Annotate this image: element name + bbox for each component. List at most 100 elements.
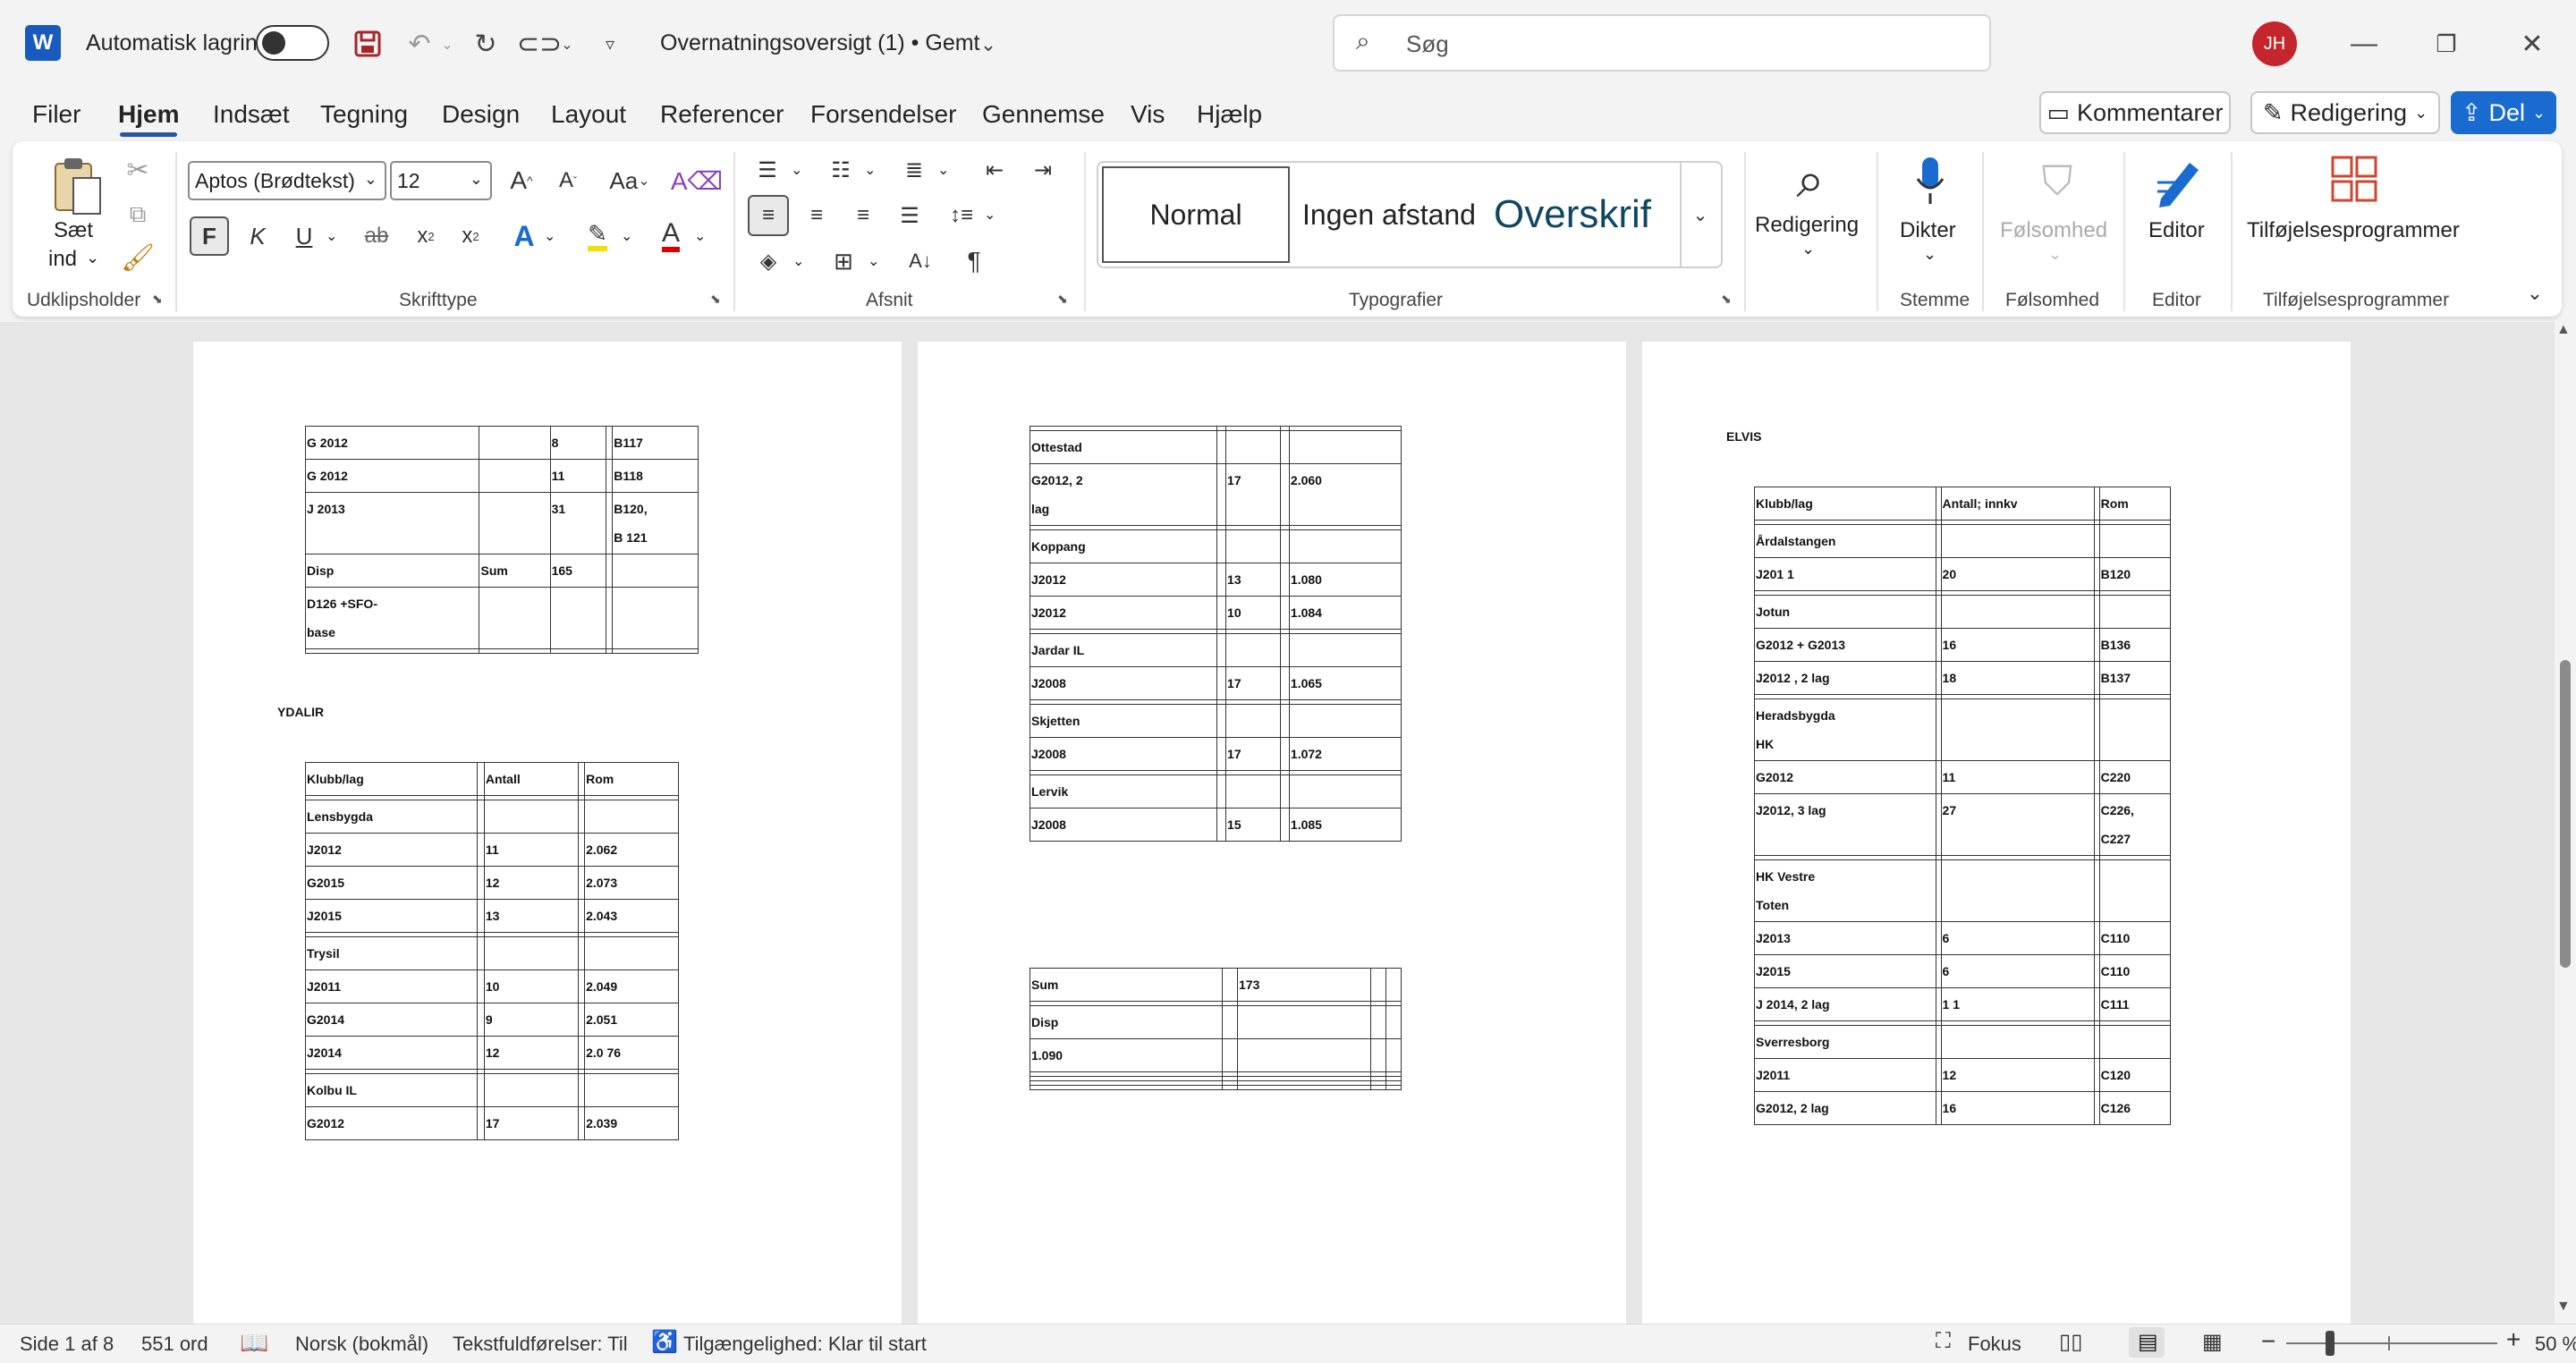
multilevel-list-icon[interactable]: ≣ (894, 152, 934, 188)
table-cell[interactable] (1222, 1085, 1239, 1090)
table-cell[interactable] (612, 648, 699, 654)
tab-design[interactable]: Design (442, 100, 520, 129)
bullets-chevron-icon[interactable]: ⌄ (791, 161, 802, 179)
align-left-icon[interactable]: ≡ (748, 195, 789, 236)
editing-label[interactable]: Redigering (1755, 213, 1859, 238)
table-cell[interactable] (1280, 563, 1290, 597)
table-cell[interactable]: G2012 + G2013 (1754, 628, 1936, 662)
table-cell[interactable]: J2008 (1029, 666, 1218, 700)
table-cell[interactable]: J2011 (1754, 1058, 1936, 1092)
find-icon[interactable]: ⌕ (1776, 148, 1844, 211)
table-cell[interactable]: 9 (483, 1003, 579, 1037)
print-layout-button[interactable]: ▤ (2129, 1327, 2165, 1358)
table-cell[interactable] (577, 936, 586, 970)
line-spacing-icon[interactable]: ↕≡ (941, 195, 982, 236)
shading-icon[interactable]: ◈ (748, 241, 789, 281)
table-cell[interactable]: 1.084 (1288, 596, 1402, 630)
table-cell[interactable] (1216, 704, 1227, 738)
comments-button[interactable]: ▭ Kommentarer (2039, 91, 2231, 134)
table-cell[interactable]: Antall (483, 762, 579, 796)
restore-icon[interactable]: ❐ (2424, 21, 2469, 66)
table-cell[interactable]: 11 (483, 833, 579, 867)
style-heading1[interactable]: Overskrif (1488, 166, 1671, 263)
table-cell[interactable] (477, 1003, 485, 1037)
editor-icon[interactable] (2150, 150, 2207, 213)
table-cell[interactable] (1225, 633, 1282, 667)
table-cell[interactable]: J2013 (1754, 921, 1936, 955)
table-cell[interactable]: Ottestad (1029, 430, 1218, 464)
table-cell[interactable]: 1.085 (1288, 808, 1402, 842)
table-cell[interactable]: Årdalstangen (1754, 524, 1936, 558)
table-cell[interactable]: 6 (1940, 954, 2095, 988)
table-cell[interactable]: 15 (1225, 808, 1282, 842)
table-cell[interactable]: J2015 (1754, 954, 1936, 988)
table-cell[interactable] (577, 1003, 586, 1037)
scrollbar-thumb[interactable] (2560, 660, 2571, 968)
style-normal[interactable]: Normal (1102, 166, 1290, 263)
table-cell[interactable] (479, 648, 551, 654)
zoom-level[interactable]: 50 % (2535, 1333, 2576, 1356)
table-cell[interactable] (1280, 808, 1290, 842)
table-cell[interactable] (577, 969, 586, 1003)
table-cell[interactable] (477, 833, 485, 867)
tab-hjem[interactable]: Hjem (118, 100, 179, 129)
table-cell[interactable] (1288, 704, 1402, 738)
table-cell[interactable] (606, 587, 614, 649)
user-avatar[interactable]: JH (2252, 21, 2297, 66)
table-cell[interactable]: G2012 (304, 1106, 479, 1140)
table-cell[interactable] (1370, 1085, 1387, 1090)
font-name-combo[interactable]: Aptos (Brødtekst) ⌄ (188, 161, 386, 200)
table-cell[interactable] (1280, 596, 1290, 630)
paste-label-1[interactable]: Sæt (54, 218, 93, 243)
loop-share-icon[interactable]: ⊂⊃ (517, 23, 562, 64)
table-cell[interactable]: 1.065 (1288, 666, 1402, 700)
tab-referencer[interactable]: Referencer (660, 100, 784, 129)
autosave-toggle[interactable] (256, 25, 329, 61)
table-cell[interactable]: J 2014, 2 lag (1754, 987, 1936, 1021)
table-cell[interactable]: Koppang (1029, 529, 1218, 563)
table-cell[interactable]: Heradsbygda HK (1754, 698, 1936, 761)
table-cell[interactable]: 11 (549, 459, 607, 493)
editing-chevron-icon[interactable]: ⌄ (1801, 240, 1815, 258)
web-layout-icon[interactable]: ▦ (2202, 1329, 2223, 1355)
dictate-chevron-icon[interactable]: ⌄ (1923, 245, 1936, 264)
tab-gennemse[interactable]: Gennemse (982, 100, 1105, 129)
format-painter-icon[interactable]: 🖌 (121, 241, 155, 274)
table-cell[interactable] (1370, 968, 1387, 1002)
table-cell[interactable] (606, 648, 614, 654)
paste-chevron-icon[interactable]: ⌄ (86, 249, 99, 267)
justify-icon[interactable]: ☰ (889, 195, 930, 236)
table-cell[interactable] (1225, 704, 1282, 738)
microphone-icon[interactable] (1903, 150, 1957, 213)
table-cell[interactable]: 20 (1940, 557, 2095, 591)
table-cell[interactable]: C110 (2098, 954, 2172, 988)
table-cell[interactable] (1288, 529, 1402, 563)
table-cell[interactable]: 6 (1940, 921, 2095, 955)
text-effects-chevron-icon[interactable]: ⌄ (544, 227, 555, 245)
table-cell[interactable] (1280, 666, 1290, 700)
proofing-icon[interactable]: 📖 (240, 1329, 268, 1357)
table-cell[interactable] (577, 866, 586, 900)
tab-hjaelp[interactable]: Hjælp (1197, 100, 1262, 129)
table-cell[interactable]: Lervik (1029, 775, 1218, 808)
table-cell[interactable]: Skjetten (1029, 704, 1218, 738)
table-cell[interactable]: Rom (584, 762, 679, 796)
table-cell[interactable] (1280, 704, 1290, 738)
table-cell[interactable]: Rom (2098, 487, 2172, 521)
table-cell[interactable] (1237, 1005, 1372, 1039)
table-cell[interactable]: 2.062 (584, 833, 679, 867)
table-cell[interactable]: B136 (2098, 628, 2172, 662)
table-cell[interactable] (1222, 1005, 1239, 1039)
table-cell[interactable] (549, 648, 607, 654)
paste-label-2[interactable]: ind (48, 247, 77, 272)
table-cell[interactable] (477, 969, 485, 1003)
table-cell[interactable] (1385, 1038, 1402, 1072)
table-cell[interactable]: J2012, 3 lag (1754, 793, 1936, 856)
underline-button[interactable]: U (284, 216, 324, 256)
table-cell[interactable]: G 2012 (304, 459, 480, 493)
table-cell[interactable]: J2008 (1029, 808, 1218, 842)
table-cell[interactable] (606, 492, 614, 555)
table-cell[interactable] (1237, 1038, 1372, 1072)
table-cell[interactable] (2098, 524, 2172, 558)
table-cell[interactable]: J2012 , 2 lag (1754, 661, 1936, 695)
